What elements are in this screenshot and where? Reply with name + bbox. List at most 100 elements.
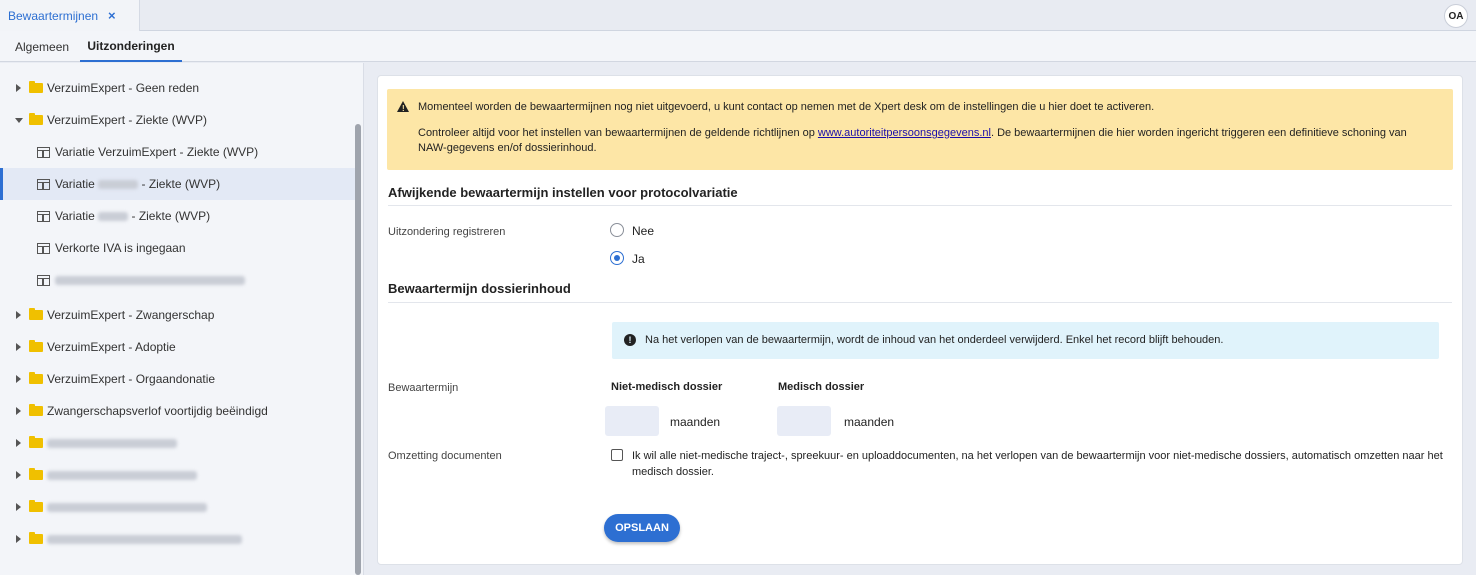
- chevron-right-icon[interactable]: [16, 471, 21, 479]
- redacted-text: [47, 439, 177, 449]
- table-icon: [37, 178, 50, 190]
- warning-line-1: Momenteel worden de bewaartermijnen nog …: [418, 101, 1155, 113]
- section-title-dossierinhoud: Bewaartermijn dossierinhoud: [388, 281, 571, 296]
- tree-item-orgaandonatie[interactable]: VerzuimExpert - Orgaandonatie: [0, 363, 356, 395]
- tree-item-redacted-folder[interactable]: [0, 491, 356, 523]
- folder-icon: [29, 436, 43, 448]
- tree-item-label: Variatie VerzuimExpert - Ziekte (WVP): [55, 145, 259, 159]
- tree-panel: VerzuimExpert - Geen reden VerzuimExpert…: [0, 63, 364, 575]
- folder-icon: [29, 308, 43, 320]
- folder-icon: [29, 372, 43, 384]
- chevron-right-icon[interactable]: [16, 535, 21, 543]
- tree-item-label-prefix: Variatie: [55, 209, 95, 223]
- redacted-text: [55, 276, 245, 286]
- info-icon: !: [624, 334, 636, 346]
- tree-item-label: VerzuimExpert - Adoptie: [47, 340, 176, 354]
- tree-item-label: VerzuimExpert - Orgaandonatie: [47, 372, 216, 386]
- redacted-text: [47, 535, 242, 545]
- folder-icon: [29, 81, 43, 93]
- tree-item-label: VerzuimExpert - Geen reden: [47, 81, 200, 95]
- window-tabbar: Bewaartermijnen × OA: [0, 0, 1476, 31]
- warning-line-2: Controleer altijd voor het instellen van…: [418, 126, 1418, 156]
- info-banner: ! Na het verlopen van de bewaartermijn, …: [612, 322, 1439, 359]
- radio-ja-label[interactable]: Ja: [632, 252, 645, 266]
- tree-item-redacted-folder[interactable]: [0, 523, 356, 555]
- tab-title: Bewaartermijnen: [8, 8, 99, 23]
- redacted-text: [98, 180, 139, 190]
- tree-item-redacted-folder[interactable]: [0, 459, 356, 491]
- tree-item-label-suffix: - Ziekte (WVP): [141, 177, 221, 191]
- redacted-text: [47, 503, 207, 513]
- tree-item-label: Verkorte IVA is ingegaan: [55, 241, 186, 255]
- chevron-right-icon[interactable]: [16, 311, 21, 319]
- tree-item-label-suffix: - Ziekte (WVP): [131, 209, 211, 223]
- subtab-bar: Algemeen Uitzonderingen: [0, 31, 1476, 62]
- close-icon[interactable]: ×: [108, 8, 116, 23]
- folder-icon: [29, 532, 43, 544]
- section-title-afwijkende: Afwijkende bewaartermijn instellen voor …: [388, 185, 738, 200]
- tree-item-variatie-verzuimexpert[interactable]: Variatie VerzuimExpert - Ziekte (WVP): [0, 136, 356, 168]
- unit-label: maanden: [844, 415, 895, 429]
- tree-item-variatie-selected[interactable]: Variatie - Ziekte (WVP): [0, 168, 356, 200]
- omzetting-text[interactable]: Ik wil alle niet-medische traject-, spre…: [632, 448, 1452, 480]
- niet-medisch-header: Niet-medisch dossier: [611, 381, 723, 393]
- chevron-right-icon[interactable]: [16, 84, 21, 92]
- warning-banner: ! Momenteel worden de bewaartermijnen no…: [387, 89, 1453, 170]
- tree-item-label: Zwangerschapsverlof voortijdig beëindigd: [47, 404, 268, 418]
- chevron-right-icon[interactable]: [16, 439, 21, 447]
- tree-item-geen-reden[interactable]: VerzuimExpert - Geen reden: [0, 72, 356, 104]
- radio-nee[interactable]: [610, 223, 624, 237]
- tree-scrollbar[interactable]: [355, 124, 361, 575]
- omzetting-checkbox[interactable]: [611, 449, 623, 461]
- chevron-down-icon[interactable]: [15, 117, 23, 123]
- divider: [388, 302, 1452, 303]
- tab-uitzonderingen[interactable]: Uitzonderingen: [80, 31, 182, 62]
- settings-card: ! Momenteel worden de bewaartermijnen no…: [377, 75, 1463, 565]
- tree-item-label: Variatie - Ziekte (WVP): [55, 177, 220, 191]
- chevron-right-icon[interactable]: [16, 343, 21, 351]
- tree-item-label-prefix: Variatie: [55, 177, 95, 191]
- niet-medisch-months-input[interactable]: [605, 406, 659, 436]
- tree-item-ziekte-wvp[interactable]: VerzuimExpert - Ziekte (WVP): [0, 104, 356, 136]
- tree-item-adoptie[interactable]: VerzuimExpert - Adoptie: [0, 331, 356, 363]
- tree-item-zwangerschap[interactable]: VerzuimExpert - Zwangerschap: [0, 299, 356, 331]
- chevron-right-icon[interactable]: [16, 503, 21, 511]
- tab-algemeen[interactable]: Algemeen: [15, 31, 69, 62]
- folder-icon: [29, 500, 43, 512]
- unit-label: maanden: [670, 415, 721, 429]
- tree-item-label: [55, 273, 245, 287]
- info-text: Na het verlopen van de bewaartermijn, wo…: [645, 334, 1224, 346]
- redacted-text: [47, 471, 197, 481]
- tree-item-label: [47, 436, 177, 450]
- tree-item-label: VerzuimExpert - Zwangerschap: [47, 308, 215, 322]
- save-button[interactable]: OPSLAAN: [604, 514, 680, 542]
- table-icon: [37, 210, 50, 222]
- bewaartermijn-label: Bewaartermijn: [388, 382, 459, 394]
- radio-ja[interactable]: [610, 251, 624, 265]
- tree-item-label: VerzuimExpert - Ziekte (WVP): [47, 113, 208, 127]
- tree-item-label: Variatie - Ziekte (WVP): [55, 209, 210, 223]
- tree-item-redacted-folder[interactable]: [0, 427, 356, 459]
- redacted-text: [98, 212, 129, 222]
- tree-item-variatie-2[interactable]: Variatie - Ziekte (WVP): [0, 200, 356, 232]
- folder-icon: [29, 404, 43, 416]
- tree-item-verkorte-iva[interactable]: Verkorte IVA is ingegaan: [0, 232, 356, 264]
- folder-icon: [29, 340, 43, 352]
- tree-item-label: [47, 532, 242, 546]
- medisch-header: Medisch dossier: [778, 381, 865, 393]
- avatar[interactable]: OA: [1444, 4, 1468, 28]
- radio-nee-label[interactable]: Nee: [632, 224, 654, 238]
- table-icon: [37, 146, 50, 158]
- tab-bewaartermijnen[interactable]: Bewaartermijnen ×: [0, 0, 140, 31]
- table-icon: [37, 274, 50, 286]
- autoriteit-link[interactable]: www.autoriteitpersoonsgegevens.nl: [818, 127, 991, 139]
- tree-item-redacted[interactable]: [0, 264, 356, 296]
- uitzondering-label: Uitzondering registreren: [388, 226, 506, 238]
- tree-item-zwangerschapsverlof[interactable]: Zwangerschapsverlof voortijdig beëindigd: [0, 395, 356, 427]
- medisch-months-input[interactable]: [777, 406, 831, 436]
- table-icon: [37, 242, 50, 254]
- chevron-right-icon[interactable]: [16, 407, 21, 415]
- chevron-right-icon[interactable]: [16, 375, 21, 383]
- omzetting-label: Omzetting documenten: [388, 450, 502, 462]
- tree-item-label: [47, 500, 207, 514]
